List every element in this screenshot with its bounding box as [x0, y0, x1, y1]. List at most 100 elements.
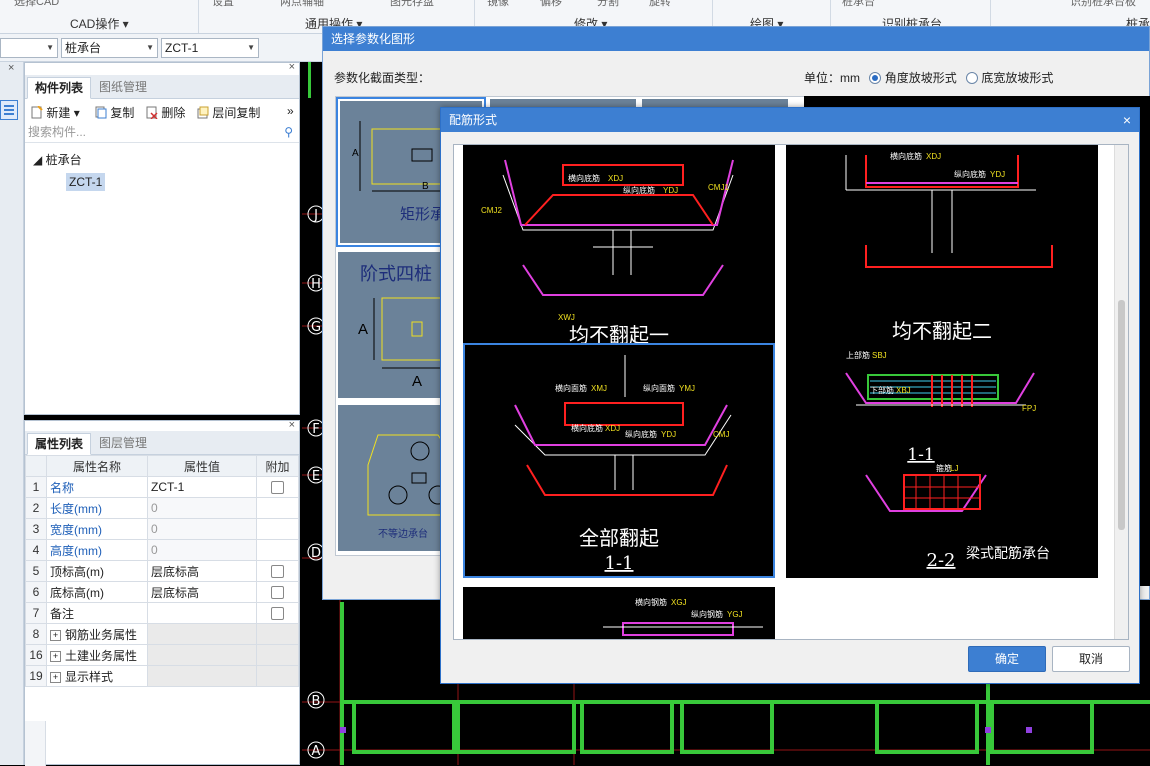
- option-all-bend[interactable]: 横向面筋 XMJ 纵向面筋 YMJ 横向底筋 XDJ 纵向底筋 YDJ CMJ 全部翻起…: [463, 343, 775, 578]
- table-row[interactable]: 2 长度(mm) 0: [25, 497, 299, 519]
- section-type-label: 参数化截面类型：: [334, 71, 431, 85]
- scrollbar[interactable]: [1114, 145, 1128, 639]
- ribbon-item-settings[interactable]: 设置: [212, 0, 234, 9]
- option-no-bend-1[interactable]: 横向底筋XDJ 纵向底筋YDJ CMJ2 CMJ1 XWJ 均不翻起一 1-1: [463, 145, 775, 370]
- delete-button[interactable]: 删除: [146, 104, 185, 121]
- table-row[interactable]: 5 顶标高(m) 层底标高: [25, 560, 299, 582]
- table-row[interactable]: 4 高度(mm) 0: [25, 539, 299, 561]
- property-table: 属性名称 属性值 附加 1 名称 ZCT-1 2 长度(mm) 0 3 宽度(mm) 0 4…: [25, 455, 299, 687]
- ribbon-item-rotate[interactable]: 旋转: [649, 0, 671, 9]
- copy-button[interactable]: 复制: [95, 104, 134, 121]
- component-list-panel: × 构件列表 图纸管理 新建 ▾ 复制 删除 层间复制 » 搜索构件... ⚲ …: [24, 61, 300, 415]
- floor-combo[interactable]: ▼: [0, 38, 58, 58]
- svg-text:横向钢筋: 横向钢筋: [635, 597, 667, 607]
- tab-property-list[interactable]: 属性列表: [27, 433, 92, 455]
- new-icon: [31, 105, 43, 119]
- svg-text:阶式四桩: 阶式四桩: [360, 264, 432, 285]
- extra-checkbox[interactable]: [271, 565, 284, 579]
- ribbon-item-offset[interactable]: 偏移: [540, 0, 562, 9]
- expand-icon[interactable]: +: [50, 650, 61, 662]
- svg-text:CMJ1: CMJ1: [708, 183, 729, 192]
- svg-text:CMJ: CMJ: [713, 430, 729, 439]
- option-caption: 均不翻起二: [892, 319, 992, 343]
- option-beam-cap[interactable]: 1-1 上部筋 SBJ 下部筋 XBJ 箍筋 LJ FPJ 2-2 梁式配筋承台: [786, 343, 1098, 578]
- table-row[interactable]: 1 名称 ZCT-1: [25, 476, 299, 498]
- expand-icon[interactable]: +: [50, 629, 61, 641]
- ribbon-item-identify-pile-cap-board[interactable]: 识别桩承台板: [1070, 0, 1136, 9]
- table-row[interactable]: 6 底标高(m) 层底标高: [25, 581, 299, 603]
- component-search-input[interactable]: 搜索构件... ⚲: [25, 123, 299, 143]
- scrollbar-thumb[interactable]: [1118, 300, 1125, 530]
- extra-checkbox[interactable]: [271, 481, 284, 495]
- close-icon[interactable]: ×: [1123, 108, 1131, 132]
- ok-button[interactable]: 确定: [968, 646, 1046, 672]
- svg-text:XDJ: XDJ: [926, 152, 941, 161]
- ribbon-item-save-element[interactable]: 图元存盘: [390, 0, 434, 9]
- radio-angle-slope[interactable]: [869, 72, 882, 84]
- copy-icon: [95, 106, 107, 119]
- ribbon-item-pile-cap[interactable]: 桩承台: [842, 0, 875, 9]
- radio-bottom-width-slope[interactable]: [966, 72, 979, 84]
- svg-text:XDJ: XDJ: [605, 424, 620, 433]
- ribbon-item-split[interactable]: 分割: [597, 0, 619, 9]
- table-row[interactable]: 8 + 钢筋业务属性: [25, 623, 299, 645]
- svg-text:A: A: [358, 321, 368, 338]
- svg-text:XMJ: XMJ: [591, 384, 607, 393]
- tab-layer-management[interactable]: 图层管理: [92, 433, 154, 455]
- svg-text:XDJ: XDJ: [608, 174, 623, 183]
- table-row[interactable]: 16 + 土建业务属性: [25, 644, 299, 666]
- svg-text:SBJ: SBJ: [872, 351, 887, 360]
- svg-text:纵向底筋: 纵向底筋: [954, 169, 986, 179]
- floor-copy-button[interactable]: 层间复制: [197, 104, 260, 121]
- expand-icon[interactable]: +: [50, 671, 61, 683]
- svg-text:不等边承台: 不等边承台: [378, 527, 428, 540]
- svg-text:横向底筋: 横向底筋: [571, 423, 603, 433]
- list-view-icon[interactable]: [0, 100, 18, 120]
- ribbon-item-select-cad[interactable]: 选择CAD: [14, 0, 59, 9]
- option-section: 1-1: [605, 553, 634, 574]
- svg-text:XGJ: XGJ: [671, 598, 687, 607]
- svg-text:XWJ: XWJ: [558, 313, 575, 322]
- component-combo[interactable]: ZCT-1 ▼: [161, 38, 259, 58]
- tab-component-list[interactable]: 构件列表: [27, 77, 92, 99]
- delete-icon: [146, 106, 158, 120]
- tab-drawing-management[interactable]: 图纸管理: [92, 77, 154, 99]
- svg-text:YDJ: YDJ: [990, 170, 1005, 179]
- more-button[interactable]: »: [287, 104, 294, 118]
- svg-text:LJ: LJ: [950, 464, 958, 473]
- svg-text:YMJ: YMJ: [679, 384, 695, 393]
- svg-text:YDJ: YDJ: [663, 186, 678, 195]
- extra-checkbox[interactable]: [271, 586, 284, 600]
- svg-text:YDJ: YDJ: [661, 430, 676, 439]
- ribbon-item-two-point-axis[interactable]: 两点辅轴: [280, 0, 324, 9]
- panel-close-icon[interactable]: ×: [289, 61, 295, 73]
- table-row[interactable]: 3 宽度(mm) 0: [25, 518, 299, 540]
- option-caption: 全部翻起: [579, 526, 659, 550]
- tree-item-pile-cap[interactable]: ◢ 桩承台: [33, 151, 82, 168]
- selector-bar: ▼ 桩承台 ▼ ZCT-1 ▼: [0, 34, 322, 62]
- extra-checkbox[interactable]: [271, 607, 284, 621]
- svg-text:A: A: [352, 148, 359, 159]
- axis-label-a: A: [312, 744, 321, 759]
- svg-text:FPJ: FPJ: [1022, 404, 1036, 413]
- new-button[interactable]: 新建 ▾: [31, 104, 80, 121]
- axis-label-j: J: [313, 208, 318, 223]
- svg-text:1-1: 1-1: [907, 445, 934, 465]
- axis-label-h: H: [311, 277, 321, 292]
- group-cad-operation[interactable]: CAD操作 ▾: [70, 15, 129, 32]
- component-type-combo[interactable]: 桩承台 ▼: [61, 38, 158, 58]
- ribbon-item-mirror[interactable]: 镜像: [487, 0, 509, 9]
- option-5[interactable]: 横向钢筋 XGJ 纵向钢筋 YGJ: [463, 587, 775, 639]
- axis-label-b: B: [312, 694, 321, 709]
- axis-label-g: G: [311, 320, 321, 335]
- tree-item-zct-1[interactable]: ZCT-1: [66, 173, 106, 191]
- cancel-button[interactable]: 取消: [1052, 646, 1130, 672]
- search-icon[interactable]: ⚲: [284, 123, 293, 142]
- svg-text:B: B: [422, 181, 429, 192]
- table-row[interactable]: 7 备注: [25, 602, 299, 624]
- side-strip: ×: [0, 62, 24, 765]
- property-panel-close-icon[interactable]: ×: [289, 419, 295, 431]
- close-icon[interactable]: ×: [8, 62, 14, 74]
- table-row[interactable]: 19 + 显示样式: [25, 665, 299, 687]
- option-no-bend-2[interactable]: 横向底筋XDJ 纵向底筋YDJ 均不翻起二 1-1: [786, 145, 1098, 370]
